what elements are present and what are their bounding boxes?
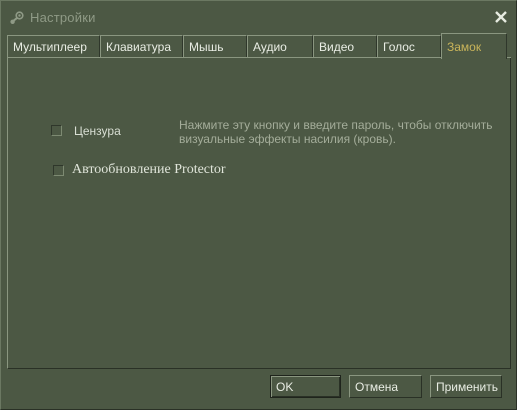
tab-bar: Мультиплеер Клавиатура Мышь Аудио Видео … (7, 33, 511, 59)
close-icon[interactable] (494, 10, 508, 24)
tab-lock[interactable]: Замок (441, 33, 507, 59)
ok-button[interactable]: OK (270, 375, 341, 398)
protector-autoupdate-checkbox[interactable] (53, 165, 64, 176)
steam-icon (10, 11, 24, 24)
tab-keyboard[interactable]: Клавиатура (100, 35, 183, 57)
apply-button[interactable]: Применить (430, 375, 502, 398)
window-title: Настройки (30, 10, 96, 25)
censor-checkbox-label[interactable]: Цензура (74, 124, 121, 138)
tab-mouse[interactable]: Мышь (183, 35, 247, 57)
protector-autoupdate-label[interactable]: Автообновление Protector (72, 162, 226, 178)
tab-video[interactable]: Видео (313, 35, 377, 57)
lock-panel (7, 58, 511, 369)
cancel-button[interactable]: Отмена (349, 375, 422, 398)
settings-dialog: Настройки Мультиплеер Клавиатура Мышь Ау… (0, 0, 517, 410)
tab-voice[interactable]: Голос (377, 35, 441, 57)
censor-checkbox[interactable] (51, 125, 62, 136)
title-bar[interactable]: Настройки (1, 1, 516, 33)
censor-hint-text: Нажмите эту кнопку и введите пароль, что… (179, 118, 493, 146)
tab-multiplayer[interactable]: Мультиплеер (7, 35, 100, 57)
tab-audio[interactable]: Аудио (247, 35, 313, 57)
